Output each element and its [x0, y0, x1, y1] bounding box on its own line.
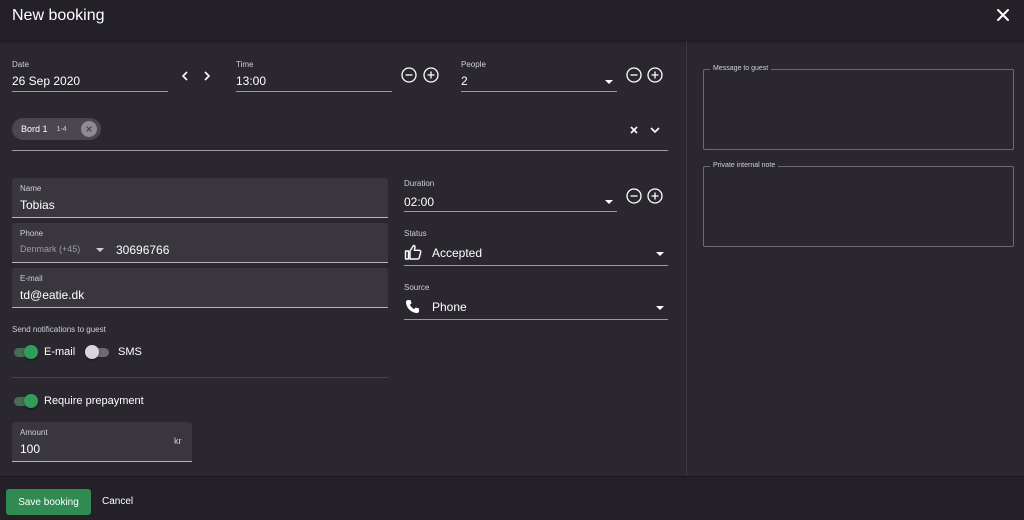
people-decrease-icon[interactable]: [626, 67, 642, 83]
amount-label: Amount: [20, 428, 48, 437]
email-label: E-mail: [20, 274, 43, 283]
date-label: Date: [12, 60, 29, 69]
table-chip[interactable]: Bord 1 1-4: [12, 118, 101, 140]
source-dropdown-icon[interactable]: [656, 306, 664, 310]
country-dropdown-icon[interactable]: [96, 248, 104, 252]
thumbs-up-icon: [404, 244, 422, 260]
clear-tables-icon[interactable]: [626, 122, 642, 138]
dialog-title: New booking: [12, 7, 105, 24]
private-note-label: Private internal note: [710, 162, 779, 169]
section-divider: [12, 377, 388, 378]
duration-label: Duration: [404, 179, 435, 188]
duration-value[interactable]: 02:00: [404, 195, 434, 209]
duration-underline: [404, 211, 617, 212]
amount-field[interactable]: Amount 100 kr: [12, 422, 192, 462]
time-label: Time: [236, 60, 254, 69]
amount-currency-suffix: kr: [174, 436, 182, 446]
previous-date-icon[interactable]: [177, 68, 193, 84]
phone-label: Phone: [20, 229, 44, 238]
private-note-textarea[interactable]: Private internal note: [703, 162, 1014, 247]
amount-value: 100: [20, 442, 41, 456]
name-value: Tobias: [20, 198, 55, 212]
time-underline: [236, 91, 392, 92]
time-increase-icon[interactable]: [423, 67, 439, 83]
dialog-footer: Save booking Cancel: [0, 476, 1024, 520]
notifications-label: Send notifications to guest: [12, 325, 106, 334]
save-booking-button[interactable]: Save booking: [6, 489, 91, 515]
name-label: Name: [20, 184, 42, 193]
phone-field[interactable]: Phone Denmark (+45) 30696766: [12, 223, 388, 263]
phone-country-select[interactable]: Denmark (+45): [20, 244, 80, 254]
status-label: Status: [404, 229, 427, 238]
message-to-guest-textarea[interactable]: Message to guest: [703, 65, 1014, 150]
table-chip-label: Bord 1: [21, 124, 48, 134]
email-notification-label: E-mail: [44, 346, 76, 358]
duration-decrease-icon[interactable]: [626, 188, 642, 204]
expand-tables-icon[interactable]: [647, 122, 663, 138]
sms-notification-label: SMS: [118, 346, 142, 358]
duration-dropdown-icon[interactable]: [605, 200, 613, 204]
people-increase-icon[interactable]: [647, 67, 663, 83]
status-value[interactable]: Accepted: [432, 246, 482, 260]
source-label: Source: [404, 283, 430, 292]
column-divider: [686, 41, 687, 476]
prepayment-toggle[interactable]: [12, 394, 38, 408]
phone-icon: [405, 299, 421, 315]
email-value: td@eatie.dk: [20, 288, 85, 302]
name-field[interactable]: Name Tobias: [12, 178, 388, 218]
next-date-icon[interactable]: [199, 68, 215, 84]
duration-increase-icon[interactable]: [647, 188, 663, 204]
date-value[interactable]: 26 Sep 2020: [12, 74, 80, 88]
email-notification-toggle[interactable]: [12, 345, 38, 359]
date-underline: [12, 91, 168, 92]
source-underline: [404, 319, 668, 320]
phone-value: 30696766: [116, 243, 170, 257]
time-decrease-icon[interactable]: [401, 67, 417, 83]
message-to-guest-label: Message to guest: [710, 65, 772, 72]
prepayment-label: Require prepayment: [44, 395, 144, 407]
people-value[interactable]: 2: [461, 74, 468, 88]
remove-chip-icon[interactable]: [81, 121, 97, 137]
dialog-header: New booking: [0, 0, 1024, 40]
email-field[interactable]: E-mail td@eatie.dk: [12, 268, 388, 308]
time-value[interactable]: 13:00: [236, 74, 266, 88]
status-underline: [404, 265, 668, 266]
close-icon[interactable]: [996, 8, 1012, 24]
source-value[interactable]: Phone: [432, 300, 467, 314]
cancel-button[interactable]: Cancel: [102, 496, 133, 507]
sms-notification-toggle[interactable]: [85, 345, 111, 359]
people-label: People: [461, 60, 486, 69]
table-chip-capacity: 1-4: [56, 125, 67, 133]
people-dropdown-icon[interactable]: [605, 80, 613, 84]
tables-underline: [12, 150, 668, 151]
people-underline: [461, 91, 617, 92]
status-dropdown-icon[interactable]: [656, 252, 664, 256]
